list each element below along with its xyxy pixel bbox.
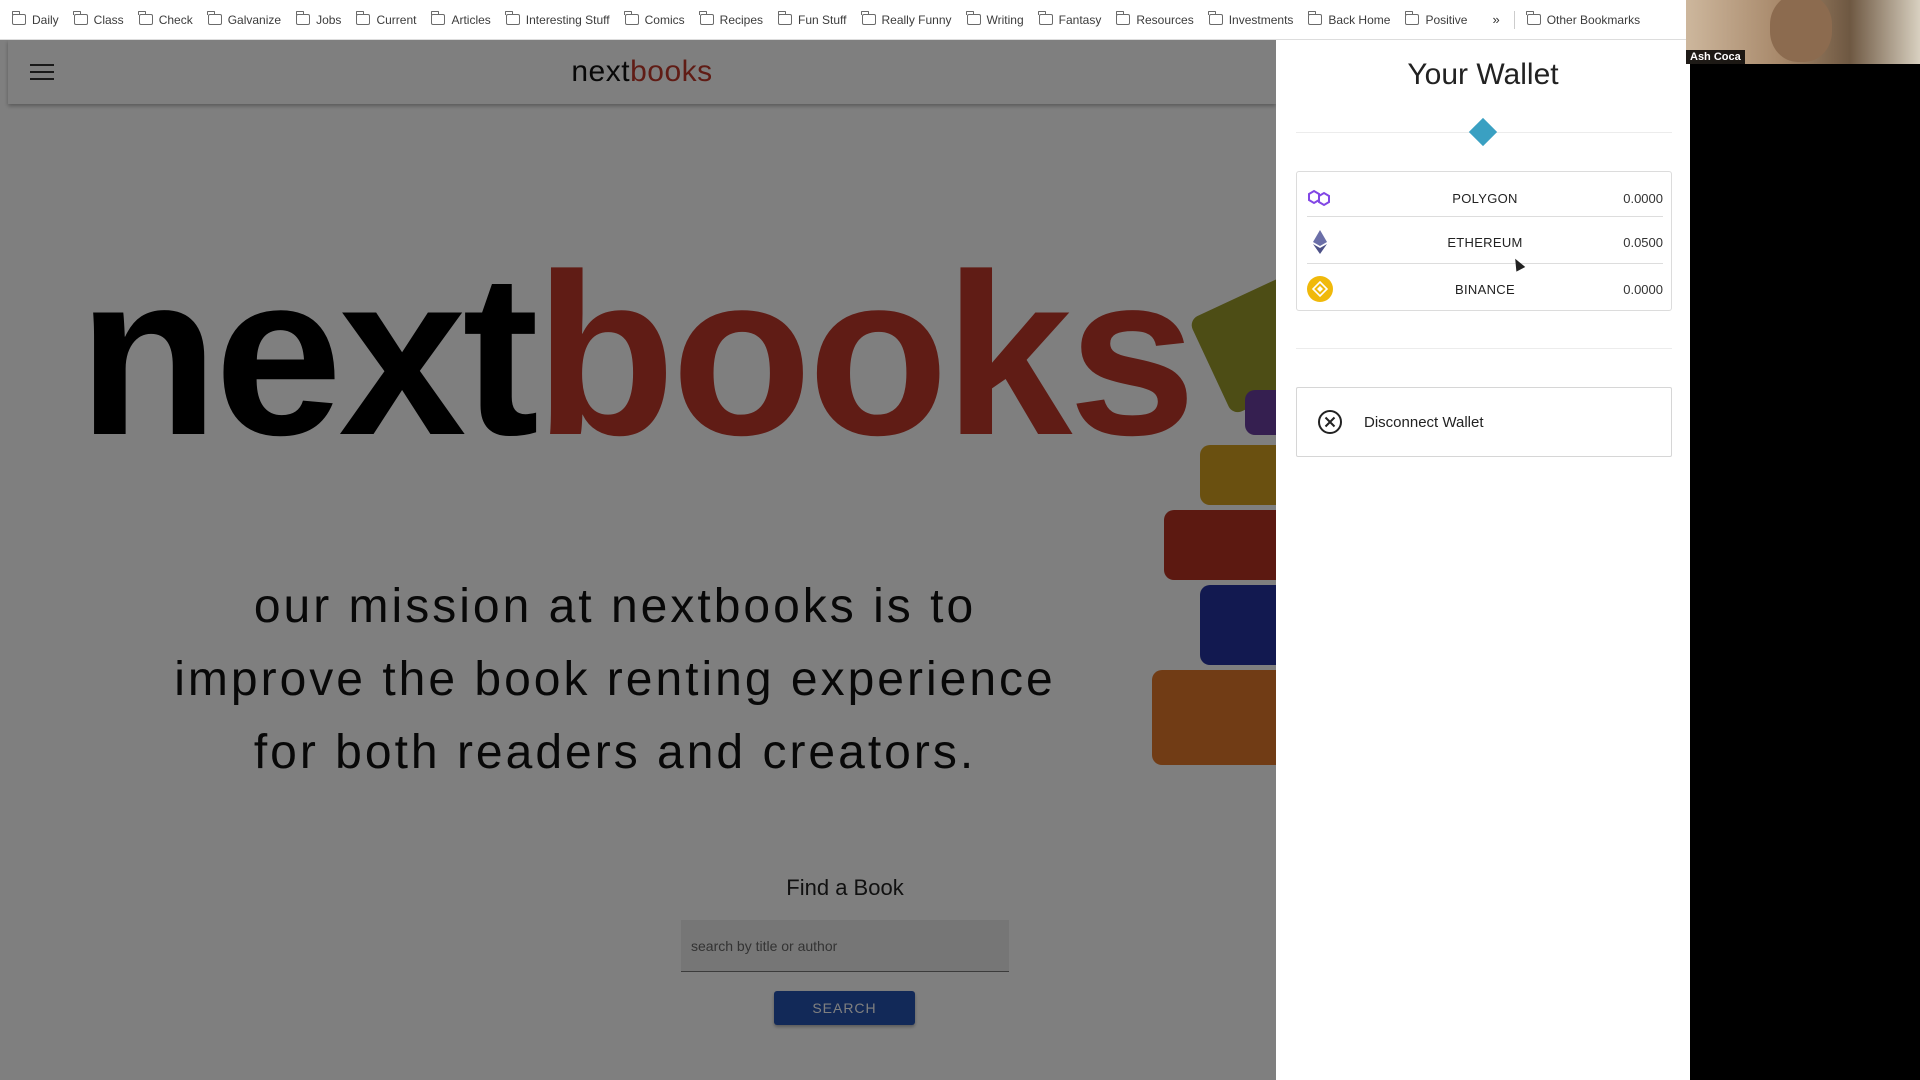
participant-video — [1770, 0, 1832, 62]
balance-row-ethereum: ETHEREUM 0.0500 — [1297, 224, 1673, 260]
disconnect-wallet-button[interactable]: Disconnect Wallet — [1296, 387, 1672, 457]
folder-icon — [1526, 11, 1541, 25]
bookmark-fantasy[interactable]: Fantasy — [1038, 11, 1101, 27]
folder-icon — [777, 11, 793, 25]
folder-icon — [1308, 11, 1323, 25]
folder-icon — [431, 11, 446, 25]
folder-icon — [1405, 11, 1420, 25]
folder-icon — [356, 11, 371, 25]
divider — [1296, 348, 1672, 349]
bookmark-current[interactable]: Current — [356, 11, 416, 27]
folder-icon — [295, 11, 311, 25]
bookmark-interesting-stuff[interactable]: Interesting Stuff — [505, 11, 610, 27]
bookmarks-separator — [1513, 10, 1515, 29]
bookmark-resources[interactable]: Resources — [1115, 11, 1194, 27]
modal-backdrop[interactable] — [0, 40, 1276, 1080]
bookmark-jobs[interactable]: Jobs — [295, 11, 341, 27]
wallet-balances: POLYGON 0.0000 ETHEREUM 0.0500 BINANCE 0… — [1296, 171, 1672, 311]
bookmark-articles[interactable]: Articles — [431, 11, 491, 27]
folder-icon — [138, 11, 153, 25]
folder-icon — [1208, 11, 1223, 25]
row-divider — [1307, 263, 1663, 264]
bookmark-writing[interactable]: Writing — [966, 11, 1024, 27]
close-circle-icon — [1318, 410, 1342, 434]
folder-icon — [699, 11, 714, 25]
folder-icon — [505, 11, 520, 25]
bookmark-back-home[interactable]: Back Home — [1308, 11, 1390, 27]
bookmark-comics[interactable]: Comics — [624, 11, 685, 27]
bookmark-positive[interactable]: Positive — [1405, 11, 1467, 27]
balance-row-polygon: POLYGON 0.0000 — [1297, 180, 1673, 216]
wallet-drawer: Your Wallet POLYGON 0.0000 ETHEREUM 0.05… — [1276, 40, 1690, 1080]
folder-icon — [1115, 11, 1131, 25]
bookmarks-overflow-button[interactable]: » — [1492, 12, 1499, 27]
folder-icon — [1038, 11, 1053, 25]
bookmarks-bar: Daily Class Check Galvanize Jobs Current… — [0, 0, 1920, 40]
folder-icon — [11, 11, 26, 25]
bookmark-check[interactable]: Check — [138, 11, 193, 27]
participant-name: Ash Coca — [1686, 50, 1745, 64]
row-divider — [1307, 216, 1663, 217]
folder-icon — [73, 11, 88, 25]
screen-share-background — [1690, 64, 1920, 1080]
wallet-title: Your Wallet — [1407, 58, 1559, 91]
bookmark-really-funny[interactable]: Really Funny — [861, 11, 952, 27]
balance-row-binance: BINANCE 0.0000 — [1297, 271, 1673, 307]
wallet-diamond-icon — [1468, 117, 1498, 147]
bookmark-investments[interactable]: Investments — [1208, 11, 1293, 27]
folder-icon — [966, 11, 981, 25]
bookmark-galvanize[interactable]: Galvanize — [207, 11, 281, 27]
folder-icon — [861, 11, 876, 25]
bookmark-fun-stuff[interactable]: Fun Stuff — [777, 11, 847, 27]
folder-icon — [207, 11, 222, 25]
webcam-thumbnail: Ash Coca — [1686, 0, 1920, 64]
folder-icon — [624, 11, 639, 25]
bookmark-daily[interactable]: Daily — [11, 11, 59, 27]
bookmark-other-bookmarks[interactable]: Other Bookmarks — [1526, 11, 1640, 27]
bookmark-recipes[interactable]: Recipes — [699, 11, 763, 27]
bookmark-class[interactable]: Class — [73, 11, 124, 27]
